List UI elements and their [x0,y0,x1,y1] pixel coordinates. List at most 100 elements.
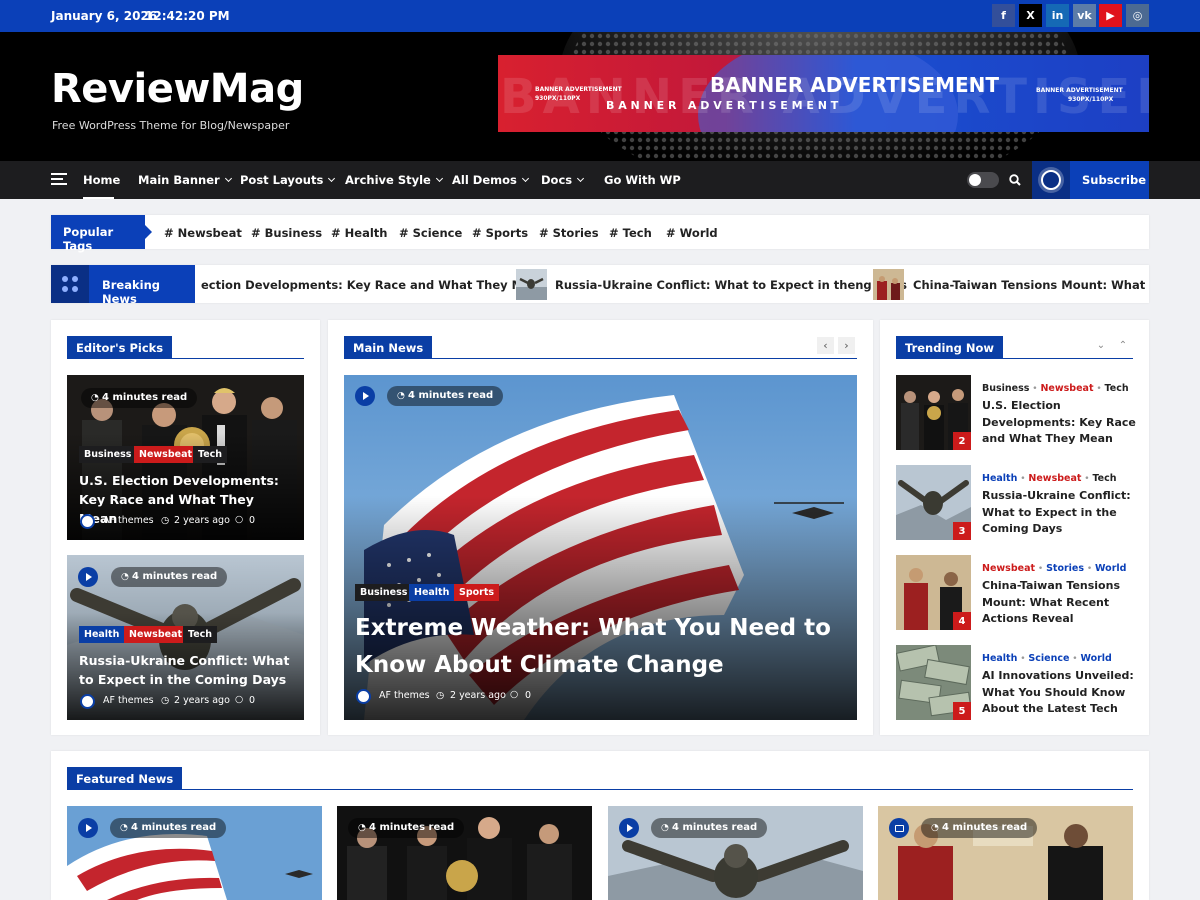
chevron-down-icon[interactable]: ⌄ [1094,340,1108,354]
popular-tags-label-box: Popular Tags [51,215,145,253]
category-tag[interactable]: Health [79,626,125,643]
heading-underline [896,358,1133,359]
tag-health[interactable]: # Health [331,226,387,240]
chevron-left-icon[interactable]: ‹ [817,337,834,354]
tag-newsbeat[interactable]: # Newsbeat [164,226,242,240]
nav-post-layouts[interactable]: Post Layouts [240,173,336,187]
tag-sports[interactable]: # Sports [472,226,528,240]
featured-card[interactable]: ◔ 4 minutes read [67,806,322,900]
chevron-down-icon [435,174,443,183]
post-title[interactable]: Extreme Weather: What You Need to Know A… [355,610,835,684]
gallery-icon[interactable] [889,818,909,838]
tags-arrow [145,225,152,239]
author-name[interactable]: AF themes [103,515,154,526]
author-name[interactable]: AF themes [379,690,430,701]
nav-home[interactable]: Home [83,173,120,187]
popular-tags-label: Popular Tags [63,225,114,253]
comment-count[interactable]: 0 [525,690,531,701]
rank-number: 3 [953,522,971,540]
site-title[interactable]: ReviewMag [51,66,304,112]
youtube-icon[interactable]: ▶ [1099,4,1122,27]
x-icon[interactable]: X [1019,4,1042,27]
read-time-badge: ◔ 4 minutes read [111,567,228,587]
banner-left-size: 930PX/110PX [535,95,581,102]
author-name[interactable]: AF themes [103,695,154,706]
rank-number: 4 [953,612,971,630]
chevron-up-icon[interactable]: ⌃ [1116,340,1130,354]
nav-all-demos[interactable]: All Demos [452,173,529,187]
editors-post-card[interactable]: ◔ 4 minutes read Health Newsbeat Tech Ru… [67,555,304,720]
featured-card[interactable]: ◔ 4 minutes read [878,806,1133,900]
tag-business[interactable]: # Business [251,226,322,240]
trending-title[interactable]: China-Taiwan Tensions Mount: What Recent… [982,578,1138,628]
nav-docs[interactable]: Docs [541,173,585,187]
subscribe-button[interactable]: Subscribe [1032,161,1149,199]
editors-post-card[interactable]: ◔ 4 minutes read Business Newsbeat Tech … [67,375,304,540]
category-tag[interactable]: Newsbeat [124,626,188,643]
facebook-icon[interactable]: f [992,4,1015,27]
search-icon[interactable] [1009,174,1021,186]
tag-tech[interactable]: # Tech [609,226,652,240]
trending-title[interactable]: AI Innovations Unveiled: What You Should… [982,668,1138,718]
play-icon[interactable] [619,818,639,838]
site-description: Free WordPress Theme for Blog/Newspaper [52,119,290,132]
breaking-item[interactable]: Russia-Ukraine Conflict: What to Expect … [555,278,907,292]
dark-mode-toggle[interactable] [967,172,999,188]
featured-card[interactable]: ◔ 4 minutes read [608,806,863,900]
category-tag[interactable]: Tech [183,626,218,643]
trending-item[interactable]: 5 Health • Science • World AI Innovation… [896,645,1134,720]
tag-world[interactable]: # World [666,226,718,240]
banner-advertisement[interactable]: BANNER ADVERTISEMENT BANNER ADVERTISEMEN… [498,55,1149,132]
banner-left-label: BANNER ADVERTISEMENT [535,86,622,93]
play-icon[interactable] [78,567,98,587]
subscribe-icon [1032,161,1070,199]
nav-go-with-wp[interactable]: Go With WP [604,173,681,187]
category-tag[interactable]: Sports [454,584,500,601]
play-icon[interactable] [355,386,375,406]
comment-icon: ○ [235,514,244,525]
trending-item[interactable]: 4 Newsbeat • Stories • World China-Taiwa… [896,555,1133,630]
category-tag[interactable]: Tech [193,446,228,463]
main-news-heading: Main News [344,336,433,358]
heading-underline [344,358,857,359]
trending-categories: Health • Science • World [982,653,1112,664]
comment-count[interactable]: 0 [249,695,255,706]
trending-categories: Newsbeat • Stories • World [982,563,1127,574]
play-icon[interactable] [78,818,98,838]
trending-now-heading: Trending Now [896,336,1003,358]
instagram-icon[interactable]: ◎ [1126,4,1149,27]
breaking-thumb-skydiver[interactable] [516,269,547,300]
trending-item[interactable]: 2 Business • Newsbeat • Tech U.S. Electi… [896,375,1136,450]
clock-icon: ◷ [161,695,170,706]
menu-icon[interactable] [51,173,67,186]
category-tag[interactable]: Business [355,584,413,601]
nav-archive-style[interactable]: Archive Style [345,173,443,187]
rank-number: 2 [953,432,971,450]
breaking-item[interactable]: China-Taiwan Tensions Mount: What Recer [913,278,1149,292]
featured-card[interactable]: ◔ 4 minutes read [337,806,592,900]
tag-science[interactable]: # Science [399,226,462,240]
banner-right-size: 930PX/110PX [1068,96,1114,103]
trending-title[interactable]: Russia-Ukraine Conflict: What to Expect … [982,488,1138,538]
category-tag[interactable]: Business [79,446,137,463]
linkedin-icon[interactable]: in [1046,4,1069,27]
rank-number: 5 [953,702,971,720]
chevron-right-icon[interactable]: › [838,337,855,354]
comment-icon: ○ [510,689,519,700]
trending-categories: Health • Newsbeat • Tech [982,473,1117,484]
breaking-thumb-monks[interactable] [873,269,904,300]
heading-underline [67,358,304,359]
trending-title[interactable]: U.S. Election Developments: Key Race and… [982,398,1138,448]
post-title[interactable]: Russia-Ukraine Conflict: What to Expect … [79,651,294,689]
comment-count[interactable]: 0 [249,515,255,526]
category-tag[interactable]: Health [409,584,455,601]
read-time-badge: ◔ 4 minutes read [110,818,227,838]
breaking-item[interactable]: ection Developments: Key Race and What T… [201,278,547,292]
category-tag[interactable]: Newsbeat [134,446,198,463]
main-news-card[interactable]: ◔ 4 minutes read Business Health Sports … [344,375,857,720]
nav-main-banner[interactable]: Main Banner [138,173,232,187]
vk-icon[interactable]: vk [1073,4,1096,27]
nav-home-underline [83,197,114,199]
tag-stories[interactable]: # Stories [539,226,599,240]
trending-item[interactable]: 3 Health • Newsbeat • Tech Russia-Ukrain… [896,465,1133,540]
